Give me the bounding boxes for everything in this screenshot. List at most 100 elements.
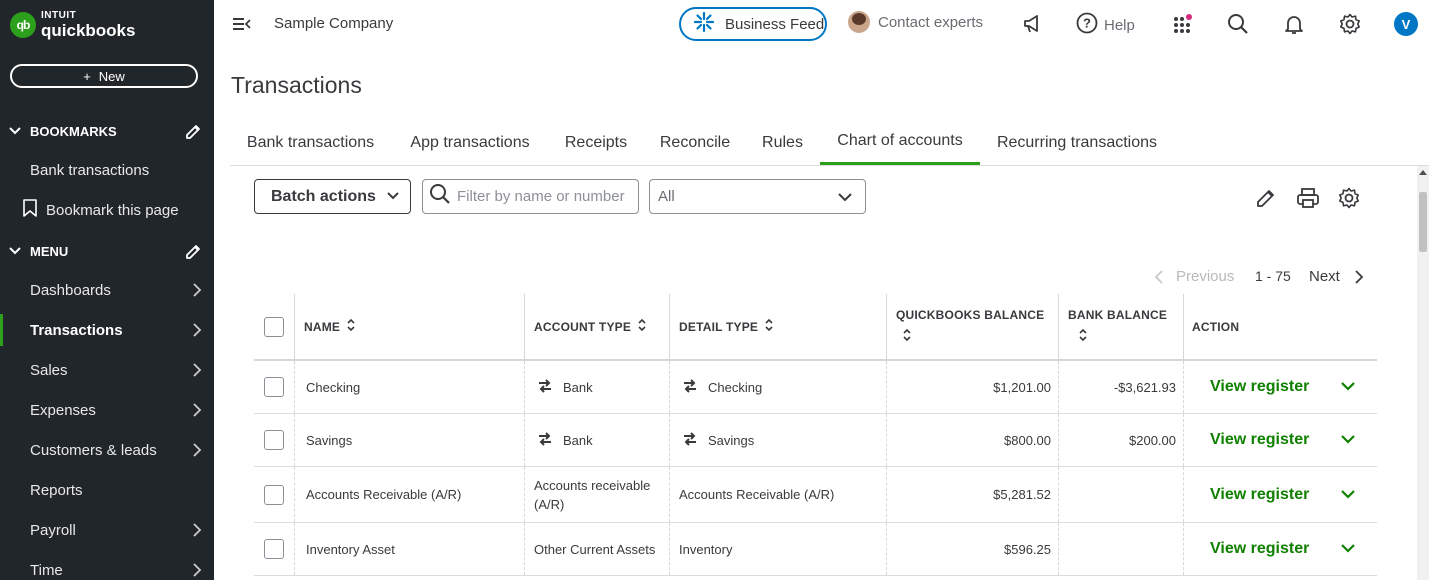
tab-receipts[interactable]: Receipts — [549, 120, 643, 165]
apps-grid-icon[interactable] — [1172, 13, 1194, 40]
cell-detail-type: Checking — [669, 361, 886, 413]
cell-bank-balance: $200.00 — [1058, 414, 1183, 466]
row-actions-chevron-icon[interactable] — [1340, 380, 1356, 395]
sidebar-item-payroll[interactable]: Payroll — [0, 514, 214, 546]
print-icon[interactable] — [1296, 187, 1320, 214]
chevron-right-icon — [192, 523, 202, 541]
business-feed-button[interactable]: Business Feed — [679, 7, 827, 41]
contact-experts-label: Contact experts — [878, 13, 984, 31]
pagination-previous[interactable]: Previous — [1176, 268, 1234, 285]
top-bar: Sample Company Business Feed Contact exp… — [214, 0, 1429, 50]
contact-experts-button[interactable]: Contact experts — [848, 11, 983, 33]
edit-pencil-icon[interactable] — [1255, 187, 1277, 214]
account-type-select[interactable]: All — [649, 179, 866, 214]
sidebar-item-time[interactable]: Time — [0, 554, 214, 580]
company-name[interactable]: Sample Company — [274, 15, 393, 32]
table-row: Checking Bank Checking $1,201.00 -$3,621… — [254, 361, 1377, 414]
sidebar-item-label: Bank transactions — [30, 161, 150, 179]
row-actions-chevron-icon[interactable] — [1340, 542, 1356, 557]
sidebar-item-expenses[interactable]: Expenses — [0, 394, 214, 426]
sidebar-item-label: Bookmark this page — [46, 201, 179, 219]
tab-app-transactions[interactable]: App transactions — [391, 120, 549, 165]
user-avatar[interactable]: V — [1394, 12, 1418, 36]
sidebar-item-sales[interactable]: Sales — [0, 354, 214, 386]
megaphone-icon[interactable] — [1022, 13, 1042, 40]
tab-chart-of-accounts[interactable]: Chart of accounts — [820, 120, 980, 165]
scrollbar-thumb[interactable] — [1419, 192, 1427, 252]
scroll-up-arrow-icon[interactable] — [1419, 170, 1427, 175]
row-actions-chevron-icon[interactable] — [1340, 488, 1356, 503]
header-account-type[interactable]: ACCOUNT TYPE — [524, 294, 669, 359]
chevron-down-icon — [8, 124, 22, 139]
row-checkbox[interactable] — [264, 377, 284, 397]
edit-menu-pencil-icon[interactable] — [184, 243, 202, 264]
header-bank-balance[interactable]: BANK BALANCE — [1058, 294, 1183, 359]
cell-detail-type: Accounts Receivable (A/R) — [669, 467, 886, 522]
tab-recurring-transactions[interactable]: Recurring transactions — [980, 120, 1174, 165]
tab-rules[interactable]: Rules — [747, 120, 818, 165]
sidebar-bookmark-this-page[interactable]: Bookmark this page — [0, 194, 214, 226]
sort-icon — [637, 318, 647, 335]
pagination-next[interactable]: Next — [1309, 268, 1340, 285]
view-register-link[interactable]: View register — [1210, 486, 1309, 504]
filter-input[interactable] — [457, 188, 633, 205]
view-register-link[interactable]: View register — [1210, 540, 1309, 558]
sidebar-item-label: Customers & leads — [30, 441, 157, 459]
sidebar-item-customers-leads[interactable]: Customers & leads — [0, 434, 214, 466]
header-action: ACTION — [1183, 294, 1377, 359]
sidebar-item-reports[interactable]: Reports — [0, 474, 214, 506]
sidebar-bookmark-bank-transactions[interactable]: Bank transactions — [0, 154, 214, 186]
sidebar-item-label: Expenses — [30, 401, 96, 419]
collapse-menu-icon[interactable] — [232, 15, 252, 38]
table-header-row: NAME ACCOUNT TYPE DETAIL TYPE QUICKBOOKS… — [254, 294, 1377, 361]
row-checkbox[interactable] — [264, 539, 284, 559]
view-register-link[interactable]: View register — [1210, 378, 1309, 396]
help-circle-icon: ? — [1076, 12, 1098, 38]
account-type-select-value: All — [658, 188, 675, 205]
tab-reconcile[interactable]: Reconcile — [643, 120, 747, 165]
chart-of-accounts-table: NAME ACCOUNT TYPE DETAIL TYPE QUICKBOOKS… — [254, 294, 1377, 576]
bookmarks-title: BOOKMARKS — [30, 123, 117, 139]
cell-qb-balance: $1,201.00 — [886, 361, 1058, 413]
table-settings-gear-icon[interactable] — [1338, 187, 1360, 214]
header-name[interactable]: NAME — [294, 294, 525, 359]
sidebar-item-label: Sales — [30, 361, 68, 379]
business-feed-label: Business Feed — [725, 15, 825, 33]
view-register-link[interactable]: View register — [1210, 431, 1309, 449]
sidebar: qb INTUIT quickbooks + New BOOKMARKS Ban… — [0, 0, 214, 580]
sort-icon — [1078, 328, 1088, 345]
search-icon[interactable] — [1227, 13, 1249, 40]
filter-search-box[interactable] — [422, 179, 639, 214]
row-actions-chevron-icon[interactable] — [1340, 433, 1356, 448]
edit-bookmarks-pencil-icon[interactable] — [184, 123, 202, 144]
row-checkbox[interactable] — [264, 430, 284, 450]
gear-icon[interactable] — [1339, 13, 1361, 40]
help-button[interactable]: ? Help — [1076, 12, 1135, 38]
quickbooks-logo[interactable]: qb INTUIT quickbooks — [10, 11, 135, 39]
select-all-checkbox[interactable] — [264, 316, 284, 337]
new-button[interactable]: + New — [10, 64, 198, 88]
batch-actions-label: Batch actions — [271, 187, 376, 205]
cell-name: Accounts Receivable (A/R) — [294, 467, 525, 522]
logo-intuit-text: INTUIT — [41, 10, 77, 21]
sidebar-item-transactions[interactable]: Transactions — [0, 314, 214, 346]
header-quickbooks-balance[interactable]: QUICKBOOKS BALANCE — [886, 294, 1058, 359]
sidebar-item-label: Time — [30, 561, 63, 579]
batch-actions-button[interactable]: Batch actions — [254, 179, 411, 214]
bookmarks-section-header[interactable]: BOOKMARKS — [0, 116, 214, 146]
row-checkbox[interactable] — [264, 484, 284, 505]
sidebar-item-dashboards[interactable]: Dashboards — [0, 274, 214, 306]
sort-icon — [346, 318, 356, 335]
cell-account-type: Accounts receivable (A/R) — [524, 467, 669, 522]
tab-bank-transactions[interactable]: Bank transactions — [230, 120, 391, 165]
table-row: Inventory Asset Other Current Assets Inv… — [254, 523, 1377, 576]
expert-avatar-icon — [848, 11, 870, 33]
pagination-range: 1 - 75 — [1255, 268, 1291, 284]
header-detail-type[interactable]: DETAIL TYPE — [669, 294, 886, 359]
bell-icon[interactable] — [1283, 13, 1305, 40]
page-scrollbar[interactable] — [1417, 166, 1429, 580]
chevron-right-icon — [192, 403, 202, 421]
menu-section-header[interactable]: MENU — [0, 236, 214, 266]
cell-qb-balance: $800.00 — [886, 414, 1058, 466]
next-chevron-icon[interactable] — [1354, 270, 1364, 288]
